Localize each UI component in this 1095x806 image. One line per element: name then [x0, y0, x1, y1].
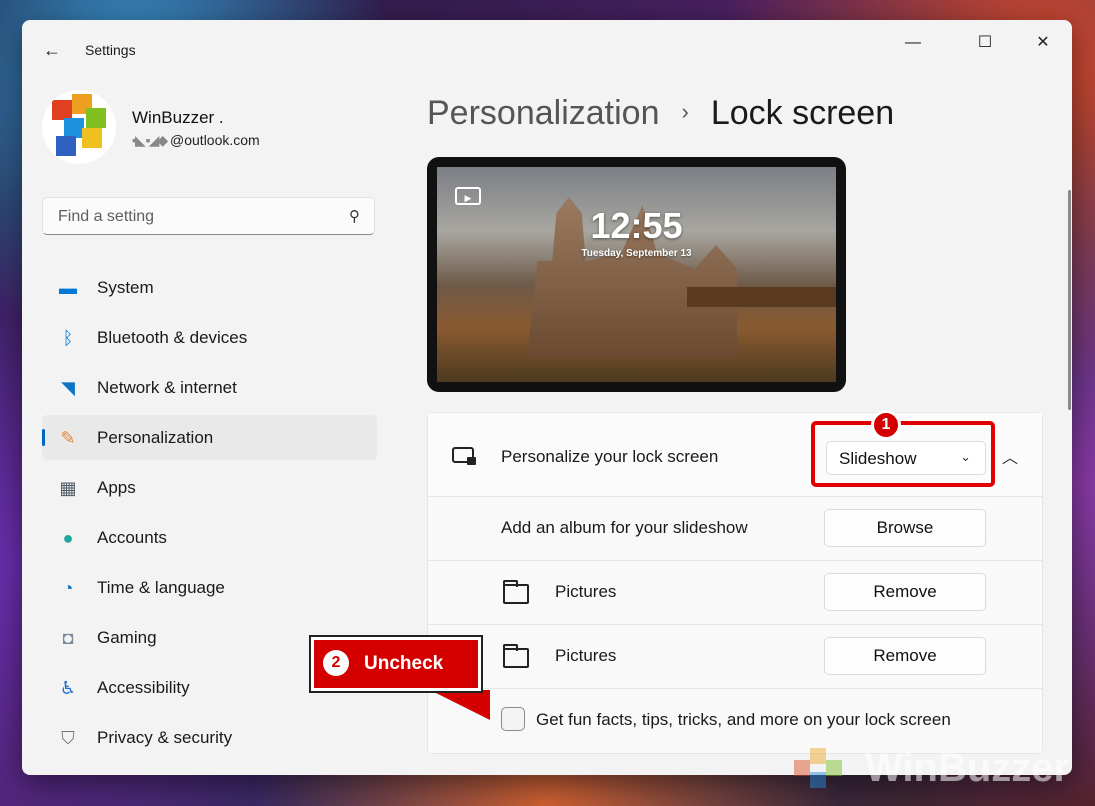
chevron-right-icon: ›	[681, 99, 689, 124]
sidebar-item-accounts[interactable]: ● Accounts	[42, 515, 377, 560]
personalize-label: Personalize your lock screen	[501, 447, 719, 466]
apps-icon: ▦	[59, 478, 77, 498]
preview-image: ▶ 12:55 Tuesday, September 13	[437, 167, 836, 382]
wifi-icon: ◥	[61, 378, 75, 398]
sidebar-item-personalization[interactable]: ✎ Personalization	[42, 415, 377, 460]
accessibility-icon: ♿	[59, 678, 77, 698]
search-box[interactable]: ⚲	[42, 197, 375, 235]
preview-time: 12:55	[590, 205, 683, 246]
sidebar-item-label: Personalization	[97, 428, 214, 447]
remove-button[interactable]: Remove	[824, 573, 986, 611]
folder-row: Pictures Remove	[428, 624, 1042, 688]
profile-name: WinBuzzer .	[132, 108, 224, 127]
sidebar-item-privacy-security[interactable]: ⛉ Privacy & security	[42, 715, 377, 760]
slideshow-icon: ▶	[455, 187, 481, 205]
highlight-box	[811, 421, 995, 487]
profile-email: ▪◣ ▪◢◆ @outlook.com	[132, 132, 260, 148]
folder-label: Pictures	[555, 646, 617, 665]
step-1-badge: 1	[871, 410, 901, 440]
search-icon[interactable]: ⚲	[349, 207, 360, 225]
folder-icon	[503, 580, 529, 604]
watermark-text: WinBuzzer	[865, 746, 1070, 790]
sidebar-item-apps[interactable]: ▦ Apps	[42, 465, 377, 510]
lock-screen-preview: ▶ 12:55 Tuesday, September 13	[427, 157, 846, 392]
folder-label: Pictures	[555, 582, 617, 601]
fun-facts-checkbox[interactable]	[501, 707, 525, 731]
sidebar-item-label: Apps	[97, 478, 136, 497]
sidebar-item-label: Network & internet	[97, 378, 237, 397]
back-arrow-icon[interactable]: ←	[40, 38, 64, 62]
album-label: Add an album for your slideshow	[501, 518, 748, 537]
chevron-up-icon[interactable]: ︿	[1002, 444, 1018, 468]
folder-icon	[503, 644, 529, 668]
monitor-icon: ▬	[59, 278, 77, 298]
step-2-number: 2	[323, 650, 349, 676]
sidebar-item-label: Bluetooth & devices	[97, 328, 248, 347]
sidebar-item-label: Accounts	[97, 528, 167, 547]
sidebar-item-time-language[interactable]: ◔ Time & language	[42, 565, 377, 610]
person-icon: ●	[62, 528, 74, 548]
maximize-button[interactable]: ☐	[962, 28, 1008, 58]
step-2-text: Uncheck	[364, 653, 444, 674]
browse-button[interactable]: Browse	[824, 509, 986, 547]
sidebar-item-label: Gaming	[97, 628, 157, 647]
app-title: Settings	[85, 42, 136, 58]
gamepad-icon: ◘	[62, 628, 74, 648]
bridge-image	[687, 287, 836, 307]
callout-pointer	[430, 690, 490, 720]
sidebar-item-label: System	[97, 278, 154, 297]
watermark-logo	[790, 740, 854, 800]
breadcrumb-parent[interactable]: Personalization	[427, 94, 659, 132]
sidebar-item-system[interactable]: ▬ System	[42, 265, 377, 310]
scrollbar[interactable]	[1068, 190, 1071, 410]
sidebar-item-label: Accessibility	[97, 678, 190, 697]
close-button[interactable]: ✕	[1020, 28, 1066, 58]
album-row: Add an album for your slideshow Browse	[428, 496, 1042, 560]
sidebar-item-label: Privacy & security	[97, 728, 233, 747]
avatar	[42, 90, 116, 164]
fun-facts-label[interactable]: Get fun facts, tips, tricks, and more on…	[536, 710, 951, 730]
step-2-callout: 2 Uncheck	[309, 635, 483, 693]
watermark: WinBuzzer	[790, 740, 1090, 800]
sidebar-item-label: Time & language	[97, 578, 225, 597]
lock-screen-icon	[452, 447, 476, 465]
title-bar: ← Settings — ☐ ✕	[22, 20, 1072, 80]
paintbrush-icon: ✎	[60, 428, 76, 448]
page-title: Lock screen	[710, 94, 895, 132]
breadcrumb: Personalization › Lock screen	[427, 94, 894, 133]
folder-row: Pictures Remove	[428, 560, 1042, 624]
sidebar-item-network-internet[interactable]: ◥ Network & internet	[42, 365, 377, 410]
bluetooth-icon: ᛒ	[62, 328, 74, 348]
shield-icon: ⛉	[61, 728, 75, 748]
globe-clock-icon: ◔	[62, 578, 74, 598]
minimize-button[interactable]: —	[890, 28, 936, 58]
search-input[interactable]	[56, 207, 330, 227]
preview-date: Tuesday, September 13	[581, 248, 692, 259]
remove-button[interactable]: Remove	[824, 637, 986, 675]
settings-window: ← Settings — ☐ ✕ WinBuzzer . ▪◣ ▪◢◆ @out…	[22, 20, 1072, 775]
sidebar-item-bluetooth-devices[interactable]: ᛒ Bluetooth & devices	[42, 315, 377, 360]
